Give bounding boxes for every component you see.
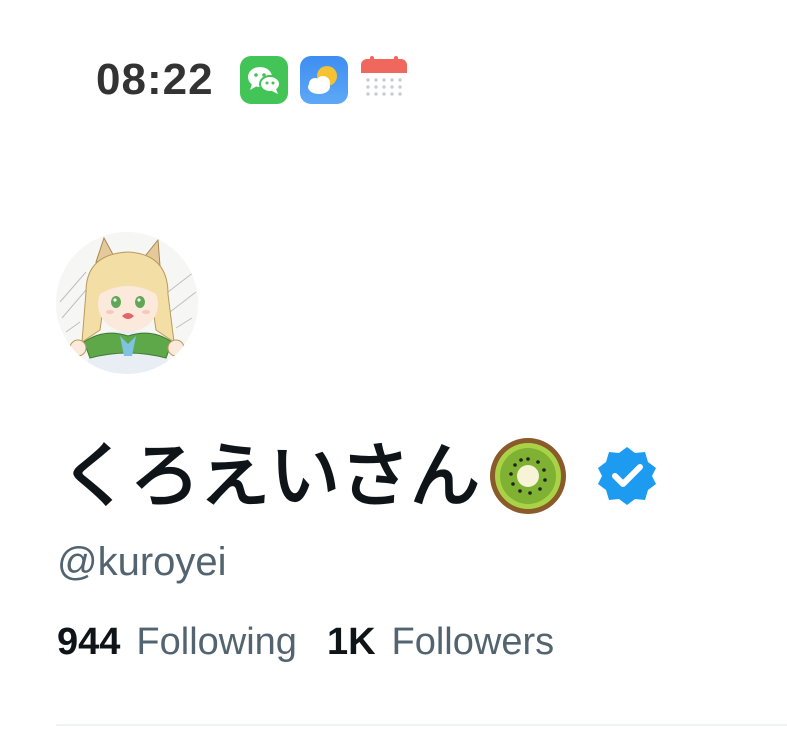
verified-badge-icon[interactable] bbox=[596, 445, 658, 507]
status-bar: 08:22 bbox=[0, 0, 787, 110]
following-count: 944 bbox=[57, 621, 121, 663]
following-link[interactable]: 944 Following bbox=[57, 618, 297, 666]
followers-count: 1K bbox=[326, 621, 376, 663]
profile-handle: @kuroyei bbox=[57, 540, 227, 584]
profile-avatar[interactable] bbox=[56, 232, 198, 374]
followers-link[interactable]: 1K Followers bbox=[327, 618, 554, 666]
calendar-icon bbox=[361, 56, 407, 96]
display-name: くろえいさん bbox=[60, 435, 480, 517]
avatar-illustration bbox=[56, 232, 198, 374]
followers-label: Followers bbox=[391, 621, 555, 663]
display-name-row: くろえいさん bbox=[60, 432, 658, 520]
following-label: Following bbox=[136, 621, 297, 663]
kiwi-icon bbox=[490, 438, 566, 514]
status-time: 08:22 bbox=[96, 55, 214, 104]
weather-icon bbox=[300, 56, 348, 104]
section-divider bbox=[56, 724, 787, 726]
wechat-icon bbox=[240, 56, 288, 104]
follow-stats: 944 Following 1K Followers bbox=[57, 618, 554, 666]
